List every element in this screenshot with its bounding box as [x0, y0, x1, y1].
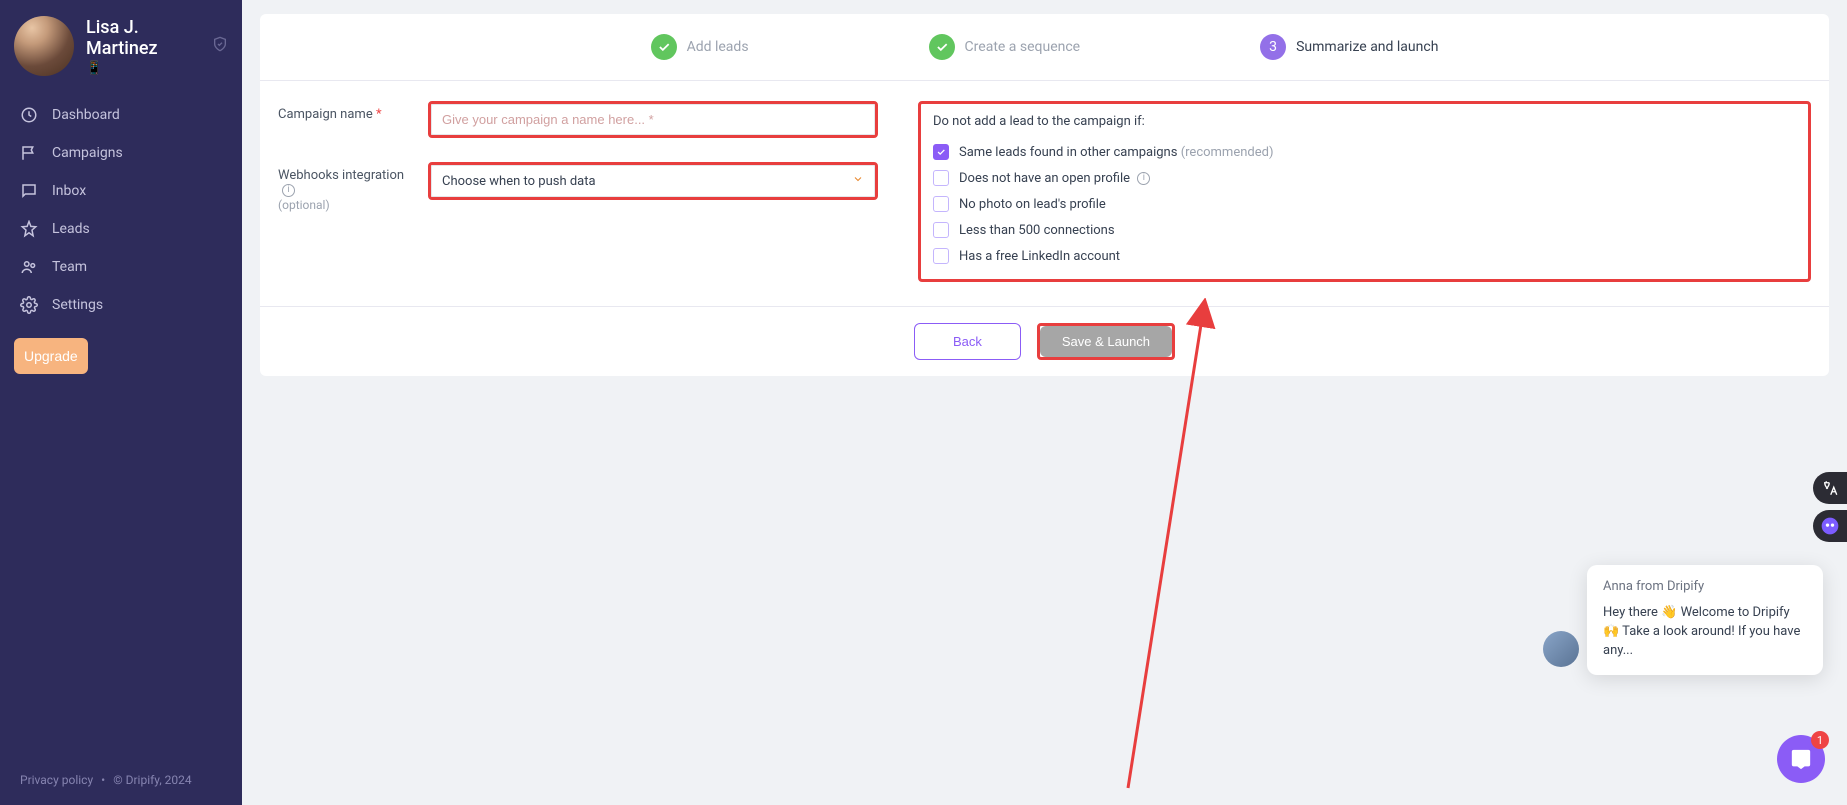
step-number: 3 [1260, 34, 1286, 60]
nav-leads[interactable]: Leads [0, 210, 242, 248]
back-button[interactable]: Back [914, 323, 1021, 360]
campaign-name-highlight [428, 101, 878, 138]
nav-label: Team [52, 259, 87, 275]
flag-icon [20, 144, 38, 162]
upgrade-button[interactable]: Upgrade [14, 338, 88, 374]
filter-item[interactable]: Does not have an open profile i [933, 165, 1796, 191]
filters-highlight: Do not add a lead to the campaign if: Sa… [918, 101, 1811, 282]
nav-team[interactable]: Team [0, 248, 242, 286]
star-icon [20, 220, 38, 238]
step-add-leads[interactable]: Add leads [651, 34, 749, 60]
nav-label: Settings [52, 297, 103, 313]
float-buttons [1813, 472, 1847, 542]
nav-inbox[interactable]: Inbox [0, 172, 242, 210]
shield-icon [212, 36, 228, 56]
avatar[interactable] [14, 16, 74, 76]
nav-campaigns[interactable]: Campaigns [0, 134, 242, 172]
intercom-launcher[interactable]: 1 [1777, 735, 1825, 783]
step-create-sequence[interactable]: Create a sequence [929, 34, 1081, 60]
message-icon [20, 182, 38, 200]
check-icon [651, 34, 677, 60]
save-launch-highlight: Save & Launch [1037, 323, 1175, 360]
sidebar: Lisa J. Martinez 📱 Dashboard Campaigns I… [0, 0, 242, 805]
check-icon [929, 34, 955, 60]
chevron-down-icon [852, 173, 864, 189]
actions-bar: Back Save & Launch [260, 306, 1829, 376]
filter-item[interactable]: Has a free LinkedIn account [933, 243, 1796, 269]
step-summarize[interactable]: 3 Summarize and launch [1260, 34, 1438, 60]
assistant-button[interactable] [1813, 510, 1847, 542]
chat-popup[interactable]: Anna from Dripify Hey there 👋 Welcome to… [1587, 565, 1823, 675]
nav-label: Leads [52, 221, 90, 237]
clock-icon [20, 106, 38, 124]
filter-item[interactable]: No photo on lead's profile [933, 191, 1796, 217]
nav-label: Dashboard [52, 107, 120, 123]
webhooks-select[interactable]: Choose when to push data [431, 165, 875, 197]
nav-label: Campaigns [52, 145, 123, 161]
save-launch-button[interactable]: Save & Launch [1040, 326, 1172, 357]
checkbox[interactable] [933, 248, 949, 264]
nav-label: Inbox [52, 183, 86, 199]
gear-icon [20, 296, 38, 314]
profile-subtitle: 📱 [86, 61, 200, 76]
chat-message: Hey there 👋 Welcome to Dripify 🙌 Take a … [1603, 604, 1807, 661]
profile-section: Lisa J. Martinez 📱 [0, 0, 242, 92]
webhooks-row: Webhooks integrationi (optional) Choose … [278, 162, 878, 212]
notification-badge: 1 [1811, 731, 1829, 749]
info-icon[interactable]: i [1137, 172, 1150, 185]
campaign-name-row: Campaign name * [278, 101, 878, 138]
checkbox[interactable] [933, 196, 949, 212]
filter-item[interactable]: Less than 500 connections [933, 217, 1796, 243]
profile-name: Lisa J. Martinez [86, 17, 200, 59]
nav-dashboard[interactable]: Dashboard [0, 96, 242, 134]
info-icon[interactable]: i [282, 184, 295, 197]
nav: Dashboard Campaigns Inbox Leads Team Set… [0, 92, 242, 759]
webhooks-highlight: Choose when to push data [428, 162, 878, 200]
filter-item[interactable]: Same leads found in other campaigns (rec… [933, 139, 1796, 165]
chat-from: Anna from Dripify [1603, 579, 1807, 594]
main: Add leads Create a sequence 3 Summarize … [242, 0, 1847, 805]
checkbox[interactable] [933, 170, 949, 186]
checkbox-checked[interactable] [933, 144, 949, 160]
translate-button[interactable] [1813, 472, 1847, 504]
team-icon [20, 258, 38, 276]
checkbox[interactable] [933, 222, 949, 238]
chat-avatar [1543, 631, 1579, 667]
filters-title: Do not add a lead to the campaign if: [933, 114, 1796, 129]
campaign-name-input[interactable] [431, 104, 875, 135]
copyright: © Dripify, 2024 [113, 773, 191, 787]
footer: Privacy policy • © Dripify, 2024 [0, 759, 242, 805]
privacy-link[interactable]: Privacy policy [20, 773, 93, 787]
nav-settings[interactable]: Settings [0, 286, 242, 324]
stepper: Add leads Create a sequence 3 Summarize … [260, 14, 1829, 81]
campaign-card: Add leads Create a sequence 3 Summarize … [260, 14, 1829, 376]
form-area: Campaign name * Webhooks integrationi (o… [260, 81, 1829, 306]
